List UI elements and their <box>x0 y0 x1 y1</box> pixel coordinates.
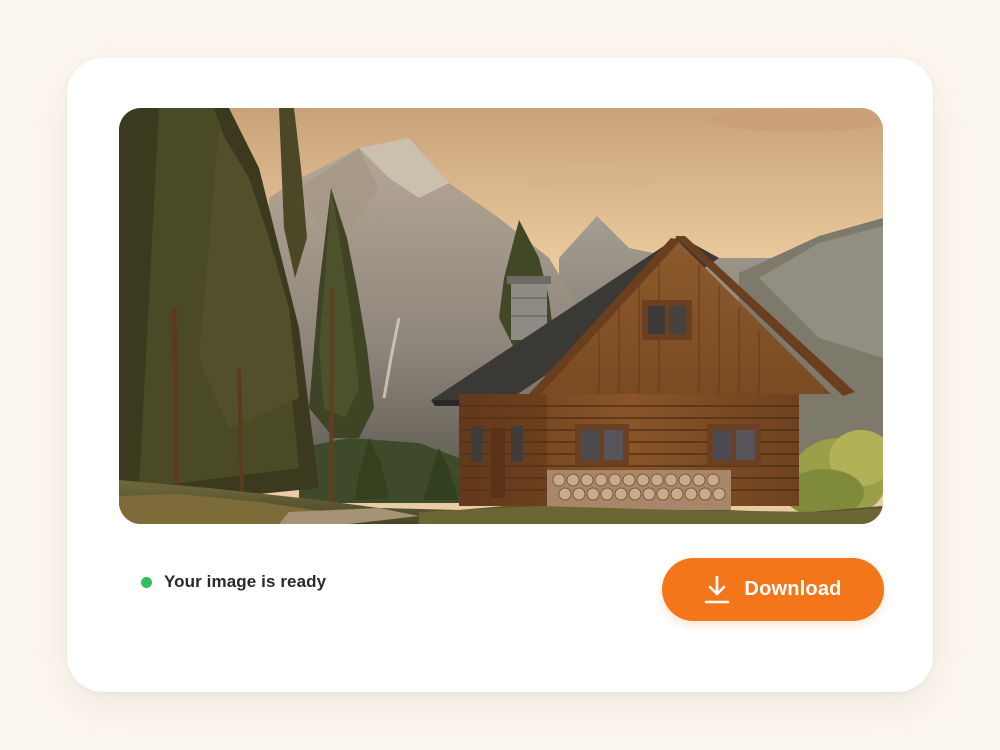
generated-image <box>119 108 883 524</box>
status-text: Your image is ready <box>164 572 327 591</box>
ready-status-dot <box>141 576 152 588</box>
download-label: Download <box>744 578 842 600</box>
download-icon <box>705 575 730 603</box>
image-status: Your image is ready <box>141 572 326 592</box>
download-button[interactable]: Download <box>662 558 884 621</box>
result-card: Your image is ready Download <box>67 58 933 692</box>
cabin-landscape-image <box>119 108 883 524</box>
